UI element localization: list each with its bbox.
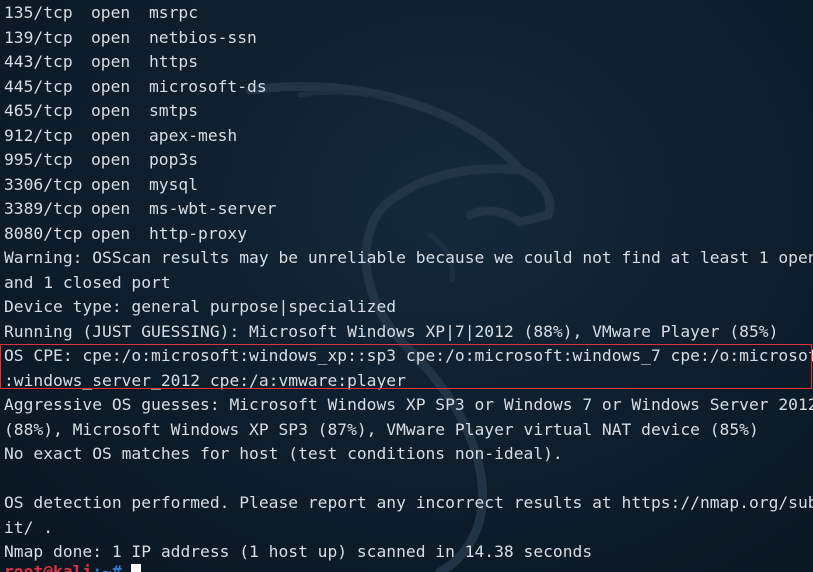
port-state: open	[91, 3, 131, 22]
port-service: pop3s	[149, 150, 199, 169]
port-number: 139/tcp	[4, 27, 73, 47]
port-number: 465/tcp	[4, 101, 73, 120]
port-state: open	[91, 125, 131, 145]
prompt-path: :~#	[92, 562, 122, 572]
os-guesses-line: Aggressive OS guesses: Microsoft Windows…	[4, 395, 813, 414]
port-number: 995/tcp	[4, 150, 73, 169]
terminal-window[interactable]: 135/tcp open msrpc 139/tcp open netbios-ssn …	[0, 0, 813, 572]
nmap-done-line: Nmap done: 1 IP address (1 host up) scan…	[4, 542, 593, 561]
os-cpe-line: OS CPE: cpe:/o:microsoft:windows_xp::sp3…	[4, 346, 813, 365]
port-service: apex-mesh	[149, 125, 238, 145]
port-service: microsoft-ds	[149, 76, 267, 96]
shell-prompt[interactable]: root@kali:~#	[4, 562, 142, 572]
port-number: 8080/tcp	[4, 223, 83, 243]
port-service: smtps	[149, 101, 199, 120]
port-state: open	[91, 174, 131, 194]
port-service: http-proxy	[149, 223, 248, 243]
port-number: 443/tcp	[4, 52, 73, 71]
os-detection-line: OS detection performed. Please report an…	[4, 493, 813, 512]
port-service: mysql	[149, 174, 199, 194]
port-row: 135/tcp open msrpc	[4, 1, 813, 26]
port-row: 3389/tcp open ms-wbt-server	[4, 197, 813, 222]
os-guesses-line: (88%), Microsoft Windows XP SP3 (87%), V…	[4, 419, 759, 439]
os-cpe-line: :windows_server_2012 cpe:/a:vmware:playe…	[4, 370, 406, 390]
port-row: 912/tcp open apex-mesh	[4, 124, 813, 149]
port-row: 8080/tcp open http-proxy	[4, 222, 813, 247]
text-cursor	[131, 564, 142, 572]
port-state: open	[91, 76, 131, 96]
port-state: open	[91, 52, 131, 71]
warning-line: and 1 closed port	[4, 272, 171, 292]
port-row: 139/tcp open netbios-ssn	[4, 26, 813, 51]
port-row: 3306/tcp open mysql	[4, 173, 813, 198]
port-number: 3306/tcp	[4, 174, 83, 194]
running-line: Running (JUST GUESSING): Microsoft Windo…	[4, 321, 779, 341]
port-state: open	[91, 150, 131, 169]
no-exact-match-line: No exact OS matches for host (test condi…	[4, 444, 563, 463]
port-number: 445/tcp	[4, 76, 73, 96]
terminal-output: 135/tcp open msrpc 139/tcp open netbios-ssn …	[4, 1, 813, 565]
port-service: msrpc	[149, 3, 199, 22]
port-service: https	[149, 52, 199, 71]
port-service: ms-wbt-server	[149, 199, 277, 218]
warning-line: Warning: OSScan results may be unreliabl…	[4, 248, 813, 267]
port-row: 445/tcp open microsoft-ds	[4, 75, 813, 100]
port-row: 443/tcp open https	[4, 50, 813, 75]
port-number: 912/tcp	[4, 125, 73, 145]
port-row: 995/tcp open pop3s	[4, 148, 813, 173]
port-state: open	[91, 101, 131, 120]
port-number: 3389/tcp	[4, 199, 83, 218]
port-state: open	[91, 27, 131, 47]
port-state: open	[91, 199, 131, 218]
port-state: open	[91, 223, 131, 243]
device-type-line: Device type: general purpose|specialized	[4, 297, 397, 316]
os-detection-line: it/ .	[4, 517, 54, 537]
blank-line	[4, 467, 813, 492]
prompt-user: root@kali	[4, 562, 93, 572]
port-row: 465/tcp open smtps	[4, 99, 813, 124]
port-number: 135/tcp	[4, 3, 73, 22]
port-service: netbios-ssn	[149, 27, 257, 47]
